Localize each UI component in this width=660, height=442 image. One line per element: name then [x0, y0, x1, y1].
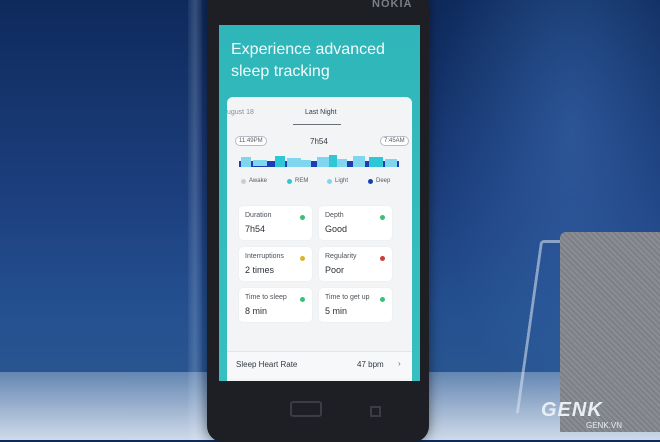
light-segment: [353, 156, 365, 167]
metric-value: 7h54: [245, 224, 266, 234]
headline: Experience advanced sleep tracking: [231, 41, 385, 80]
sleep-duration-label: 7h54: [310, 137, 328, 146]
metric-value: 8 min: [245, 306, 268, 316]
metric-tile-time-to-sleep[interactable]: Time to sleep 8 min: [239, 288, 312, 322]
status-dot: [380, 256, 385, 261]
light-segment: [317, 157, 329, 167]
metric-tile-duration[interactable]: Duration 7h54: [239, 206, 312, 240]
legend-awake-label: Awake: [249, 178, 267, 184]
legend-light: Light: [327, 178, 348, 184]
light-segment: [301, 160, 311, 167]
light-segment: [287, 158, 301, 167]
metric-value: Poor: [325, 265, 345, 275]
legend-deep: Deep: [368, 178, 390, 184]
chevron-right-icon: ›: [398, 359, 401, 368]
brand-logo: NOKIA: [372, 0, 413, 10]
legend-rem-label: REM: [295, 178, 309, 184]
status-dot: [300, 256, 305, 261]
metric-label: Interruptions: [245, 253, 284, 260]
rem-segment: [369, 157, 383, 167]
legend-awake-swatch: [241, 178, 246, 184]
tab-last-night[interactable]: Last Night: [305, 109, 337, 116]
metric-label: Time to sleep: [245, 294, 287, 301]
wake-time: 7:45AM: [380, 136, 409, 146]
light-segment: [253, 160, 267, 166]
watermark-logo: GENK: [541, 399, 603, 421]
metric-tile-time-to-get-up[interactable]: Time to get up 5 min: [319, 288, 392, 322]
legend-rem: REM: [287, 178, 308, 184]
metric-value: 2 times: [245, 265, 275, 275]
home-button[interactable]: [290, 401, 322, 417]
rem-segment: [329, 155, 337, 167]
phone-screen: Experience advanced sleep tracking ugust…: [219, 25, 420, 381]
legend-deep-label: Deep: [376, 178, 391, 184]
metric-label: Regularity: [325, 253, 357, 260]
watermark-site: GENK.VN: [586, 421, 623, 430]
legend-light-swatch: [327, 178, 332, 184]
sleep-heart-rate-row[interactable]: Sleep Heart Rate 47 bpm ›: [227, 351, 412, 378]
legend-light-label: Light: [335, 178, 349, 184]
rem-segment: [275, 156, 285, 167]
metric-tile-interruptions[interactable]: Interruptions 2 times: [239, 247, 312, 281]
sleep-card: ugust 18 Last Night 11:49PM 7h54 7:45AM …: [227, 97, 412, 381]
metric-label: Duration: [245, 212, 272, 219]
status-dot: [380, 215, 385, 220]
chart-legend: Awake REM Light Deep: [241, 178, 401, 188]
sleep-hypnogram: [239, 155, 399, 167]
metric-label: Depth: [325, 212, 344, 219]
light-segment: [385, 159, 397, 167]
metric-tile-regularity[interactable]: Regularity Poor: [319, 247, 392, 281]
metric-label: Time to get up: [325, 294, 370, 301]
status-dot: [380, 297, 385, 302]
sleep-start-time: 11:49PM: [235, 136, 267, 146]
status-dot: [300, 297, 305, 302]
status-dot: [300, 215, 305, 220]
metric-value: Good: [325, 224, 348, 234]
legend-rem-swatch: [287, 178, 292, 184]
heart-rate-label: Sleep Heart Rate: [236, 360, 298, 369]
active-tab-indicator: [293, 124, 341, 125]
legend-awake: Awake: [241, 178, 267, 184]
tab-previous-night[interactable]: ugust 18: [227, 109, 254, 116]
light-segment: [337, 159, 347, 167]
metric-value: 5 min: [325, 306, 348, 316]
light-segment: [241, 157, 251, 167]
heart-rate-value: 47 bpm: [357, 360, 384, 369]
legend-deep-swatch: [368, 178, 373, 184]
recent-apps-button[interactable]: [370, 406, 381, 417]
metric-tile-depth[interactable]: Depth Good: [319, 206, 392, 240]
